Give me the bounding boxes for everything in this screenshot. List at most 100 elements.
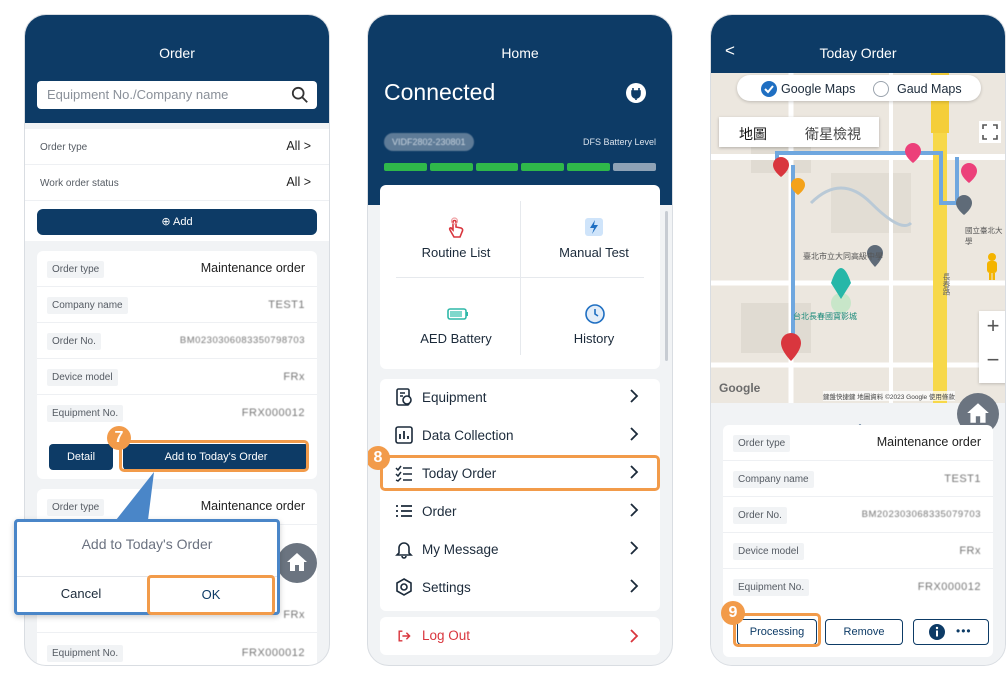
card-row-order-type: Order type Maintenance order bbox=[723, 425, 993, 461]
fullscreen-button[interactable] bbox=[979, 121, 1001, 143]
filter-work-order-status[interactable]: Work order status All > bbox=[25, 165, 329, 201]
chevron-right-icon bbox=[630, 503, 639, 517]
history-tile[interactable]: History bbox=[530, 285, 658, 361]
dialog-title: Add to Today's Order bbox=[81, 536, 213, 552]
detail-button[interactable]: Detail bbox=[49, 444, 113, 470]
check-icon bbox=[764, 85, 774, 94]
step-badge-8: 8 bbox=[368, 446, 390, 470]
bolt-icon bbox=[585, 218, 603, 236]
row-value: FRx bbox=[283, 371, 305, 383]
scrollbar[interactable] bbox=[665, 211, 668, 361]
remove-button[interactable]: Remove bbox=[825, 619, 903, 645]
tile-label: Manual Test bbox=[559, 245, 629, 260]
filter-panel: Order type All > Work order status All >… bbox=[25, 129, 329, 241]
chevron-right-icon bbox=[630, 629, 639, 643]
zoom-out-button[interactable]: − bbox=[979, 347, 1005, 373]
clock-icon bbox=[585, 304, 605, 324]
card-row-equipment: Equipment No. FRX000012 bbox=[723, 569, 993, 605]
highlight-processing bbox=[733, 613, 821, 647]
battery-icon bbox=[447, 308, 468, 320]
battery-segment bbox=[521, 163, 565, 171]
aed-battery-tile[interactable]: AED Battery bbox=[392, 285, 520, 361]
menu-item-data-collection[interactable]: Data Collection bbox=[392, 417, 648, 455]
search-icon[interactable] bbox=[291, 86, 309, 104]
map-label-road: 長春路 bbox=[942, 273, 951, 296]
logout-item[interactable]: Log Out bbox=[380, 617, 660, 655]
card-row-order-no: Order No. BM202303068335079703 bbox=[723, 497, 993, 533]
row-value: BM202303068335079703 bbox=[861, 509, 981, 520]
filter-value: All > bbox=[286, 139, 311, 153]
option-google-maps: Google Maps bbox=[781, 82, 856, 96]
row-value: FRx bbox=[959, 545, 981, 557]
back-button[interactable]: < bbox=[725, 41, 735, 61]
tile-label: History bbox=[573, 331, 615, 346]
filter-label: Work order status bbox=[40, 178, 119, 189]
street-view-pegman[interactable] bbox=[981, 251, 1003, 281]
menu-item-equipment[interactable]: Equipment bbox=[392, 379, 648, 417]
menu-item-my-message[interactable]: My Message bbox=[392, 531, 648, 569]
home-fab[interactable] bbox=[277, 543, 317, 583]
search-input[interactable]: Equipment No./Company name bbox=[37, 81, 317, 109]
row-label: Equipment No. bbox=[47, 645, 124, 662]
chevron-right-icon bbox=[630, 579, 639, 593]
card-row-order-no: Order No. BM0230306083350798703 bbox=[37, 323, 317, 359]
tab-map[interactable]: 地圖 bbox=[739, 124, 767, 144]
battery-segment bbox=[567, 163, 611, 171]
row-value: TEST1 bbox=[268, 299, 305, 311]
row-label: Equipment No. bbox=[733, 579, 810, 596]
tab-satellite[interactable]: 衛星檢視 bbox=[805, 124, 861, 144]
menu-label: My Message bbox=[422, 542, 499, 557]
battery-segment bbox=[475, 163, 519, 171]
add-button[interactable]: ⊕ Add bbox=[37, 209, 317, 235]
menu-label: Settings bbox=[422, 580, 471, 595]
manual-test-tile[interactable]: Manual Test bbox=[530, 199, 658, 275]
menu-label: Equipment bbox=[422, 390, 487, 405]
plus-circle-icon: ⊕ bbox=[161, 216, 171, 228]
row-label: Equipment No. bbox=[47, 405, 124, 422]
map-view[interactable]: Google Maps Gaud Maps 地圖 衛星檢視 臺北市立大同高級中學… bbox=[711, 73, 1005, 403]
highlight-add-to-today bbox=[119, 440, 309, 472]
map-provider-switch: Google Maps Gaud Maps bbox=[737, 75, 981, 101]
row-label: Company name bbox=[733, 471, 814, 488]
zoom-in-button[interactable]: + bbox=[979, 313, 1005, 339]
google-logo: Google bbox=[719, 381, 761, 395]
info-icon bbox=[929, 624, 945, 640]
chevron-right-icon bbox=[630, 389, 639, 403]
ok-button[interactable]: OK bbox=[147, 575, 275, 615]
routine-list-tile[interactable]: Routine List bbox=[392, 199, 520, 275]
card-row-equipment: Equipment No. FRX000012 bbox=[37, 395, 317, 431]
radio-gaud-maps[interactable] bbox=[873, 81, 889, 97]
row-label: Company name bbox=[47, 297, 128, 314]
cancel-button[interactable]: Cancel bbox=[17, 586, 145, 601]
menu-item-order[interactable]: Order bbox=[392, 493, 648, 531]
row-value: FRx bbox=[283, 609, 305, 621]
map-label-park: 台北長春國寶影城 bbox=[793, 312, 857, 321]
filter-label: Order type bbox=[40, 142, 88, 153]
row-label: Order type bbox=[733, 435, 791, 452]
chart-icon bbox=[395, 426, 413, 444]
battery-level-bar bbox=[384, 163, 656, 171]
row-label: Device model bbox=[47, 369, 118, 386]
card-row-device-model: Device model FRx bbox=[723, 533, 993, 569]
row-label: Order type bbox=[47, 499, 105, 516]
menu-item-settings[interactable]: Settings bbox=[392, 569, 648, 607]
grid-divider-v bbox=[520, 201, 521, 355]
add-label: Add bbox=[173, 216, 193, 228]
row-label: Order No. bbox=[733, 507, 787, 524]
radio-google-maps[interactable] bbox=[761, 81, 777, 97]
battery-segment bbox=[384, 163, 427, 171]
equipment-icon bbox=[396, 388, 412, 406]
filter-order-type[interactable]: Order type All > bbox=[25, 129, 329, 165]
row-value: BM0230306083350798703 bbox=[179, 335, 305, 346]
row-value: FRX000012 bbox=[241, 407, 305, 419]
device-id-badge: VIDF2802-230801 bbox=[384, 133, 474, 151]
chevron-right-icon bbox=[630, 541, 639, 555]
step-badge-9: 9 bbox=[721, 601, 745, 625]
map-type-tabs: 地圖 衛星檢視 bbox=[719, 117, 879, 147]
more-actions-button[interactable]: ••• bbox=[913, 619, 989, 645]
row-label: Order No. bbox=[47, 333, 101, 350]
row-value: Maintenance order bbox=[876, 435, 981, 449]
connection-icon[interactable] bbox=[626, 83, 646, 103]
chevron-right-icon bbox=[630, 427, 639, 441]
menu-label: Data Collection bbox=[422, 428, 514, 443]
